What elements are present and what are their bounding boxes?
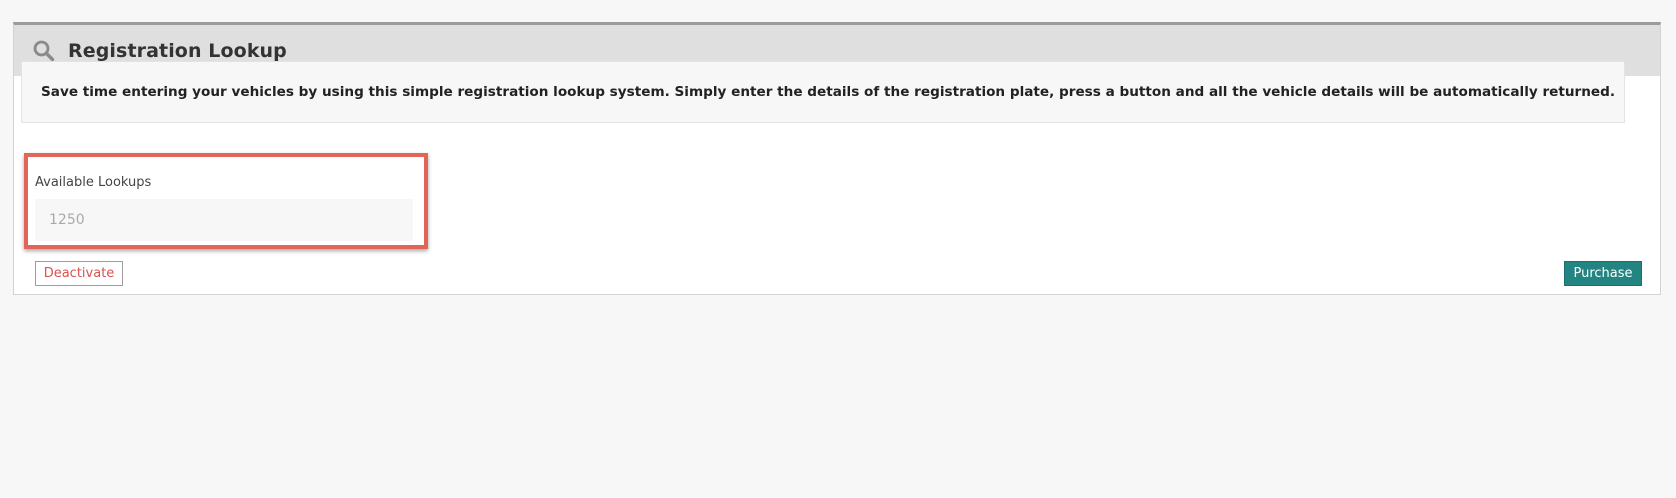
available-lookups-field[interactable] [35, 199, 413, 241]
info-box: Save time entering your vehicles by usin… [21, 61, 1625, 123]
available-lookups-label: Available Lookups [35, 175, 152, 190]
search-icon [32, 39, 56, 63]
deactivate-button[interactable]: Deactivate [35, 261, 123, 286]
info-text: Save time entering your vehicles by usin… [41, 84, 1616, 100]
purchase-button[interactable]: Purchase [1564, 261, 1642, 286]
panel-title: Registration Lookup [68, 39, 287, 62]
